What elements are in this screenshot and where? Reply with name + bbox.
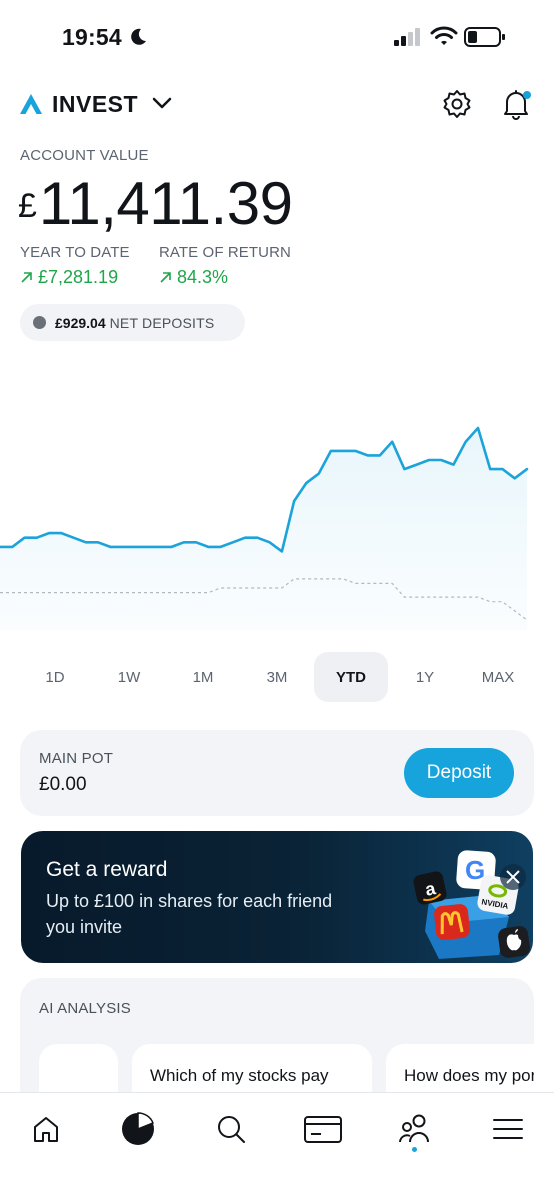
status-time: 19:54 bbox=[62, 24, 122, 50]
nav-home[interactable] bbox=[26, 1109, 66, 1149]
net-deposits-dot bbox=[33, 316, 46, 329]
period-tab-3m[interactable]: 3M bbox=[240, 652, 314, 702]
menu-icon bbox=[493, 1119, 523, 1139]
period-tabs: 1D 1W 1M 3M YTD 1Y MAX bbox=[18, 652, 538, 704]
do-not-disturb-icon bbox=[131, 28, 146, 45]
chevron-down-icon[interactable] bbox=[152, 96, 172, 110]
portfolio-area-fill bbox=[0, 428, 527, 630]
rate-of-return-value: 84.3% bbox=[159, 267, 228, 288]
chart-svg bbox=[0, 426, 529, 630]
period-tab-1d[interactable]: 1D bbox=[18, 652, 92, 702]
arrow-up-right-icon bbox=[21, 272, 32, 283]
nav-portfolio[interactable] bbox=[118, 1109, 158, 1149]
settings-gear-icon[interactable] bbox=[441, 88, 473, 120]
ytd-label: YEAR TO DATE bbox=[20, 244, 130, 261]
rate-of-return-label: RATE OF RETURN bbox=[159, 244, 291, 261]
main-pot-label: MAIN POT bbox=[39, 750, 114, 767]
reward-subtitle: Up to £100 in shares for each friend you… bbox=[46, 891, 333, 937]
net-deposits-label: NET DEPOSITS bbox=[109, 314, 215, 331]
deposit-button[interactable]: Deposit bbox=[404, 748, 514, 798]
account-value-label: ACCOUNT VALUE bbox=[20, 147, 149, 164]
period-tab-1w[interactable]: 1W bbox=[92, 652, 166, 702]
arrow-up-right-icon bbox=[160, 272, 171, 283]
ytd-value: £7,281.19 bbox=[20, 267, 118, 288]
main-pot-card[interactable]: MAIN POT £0.00 Deposit bbox=[20, 730, 534, 816]
home-icon bbox=[34, 1117, 58, 1142]
battery-icon bbox=[464, 27, 505, 47]
status-bar: 19:54 bbox=[0, 0, 554, 76]
community-active-dot bbox=[412, 1147, 417, 1152]
notification-badge bbox=[523, 91, 531, 99]
rate-of-return-amount: 84.3% bbox=[177, 267, 229, 287]
search-icon bbox=[218, 1116, 245, 1143]
reward-illustration: a G NVIDIA bbox=[413, 850, 530, 959]
header: INVEST bbox=[0, 84, 554, 126]
community-icon bbox=[399, 1114, 429, 1143]
brand-logo-icon bbox=[20, 94, 42, 114]
wifi-icon bbox=[430, 26, 458, 45]
period-tab-1m[interactable]: 1M bbox=[166, 652, 240, 702]
nav-menu[interactable] bbox=[488, 1109, 528, 1149]
signal-icon bbox=[394, 28, 420, 46]
nav-community[interactable] bbox=[395, 1109, 435, 1149]
card-icon bbox=[304, 1116, 342, 1143]
reward-title: Get a reward bbox=[46, 858, 168, 881]
period-tab-ytd[interactable]: YTD bbox=[314, 652, 388, 702]
account-value: £ 11,411.39 bbox=[18, 168, 293, 237]
nav-card[interactable] bbox=[303, 1109, 343, 1149]
reward-banner[interactable]: Get a reward Up to £100 in shares for ea… bbox=[21, 831, 533, 963]
portfolio-chart[interactable] bbox=[0, 420, 554, 630]
bottom-navigation bbox=[0, 1092, 554, 1200]
account-switcher-title[interactable]: INVEST bbox=[52, 91, 138, 118]
portfolio-pie-icon bbox=[122, 1112, 154, 1145]
notifications-button[interactable] bbox=[499, 87, 533, 121]
ytd-amount: £7,281.19 bbox=[38, 267, 119, 287]
ai-analysis-label: AI ANALYSIS bbox=[39, 1000, 131, 1017]
nav-search[interactable] bbox=[211, 1109, 251, 1149]
net-deposits-amount: £929.04 bbox=[55, 314, 106, 331]
period-tab-1y[interactable]: 1Y bbox=[388, 652, 462, 702]
account-currency: £ bbox=[18, 187, 37, 225]
net-deposits-pill[interactable]: £929.04 NET DEPOSITS bbox=[20, 304, 245, 341]
main-pot-value: £0.00 bbox=[39, 774, 87, 795]
period-tab-max[interactable]: MAX bbox=[461, 652, 535, 702]
account-value-amount: 11,411.39 bbox=[38, 170, 293, 237]
